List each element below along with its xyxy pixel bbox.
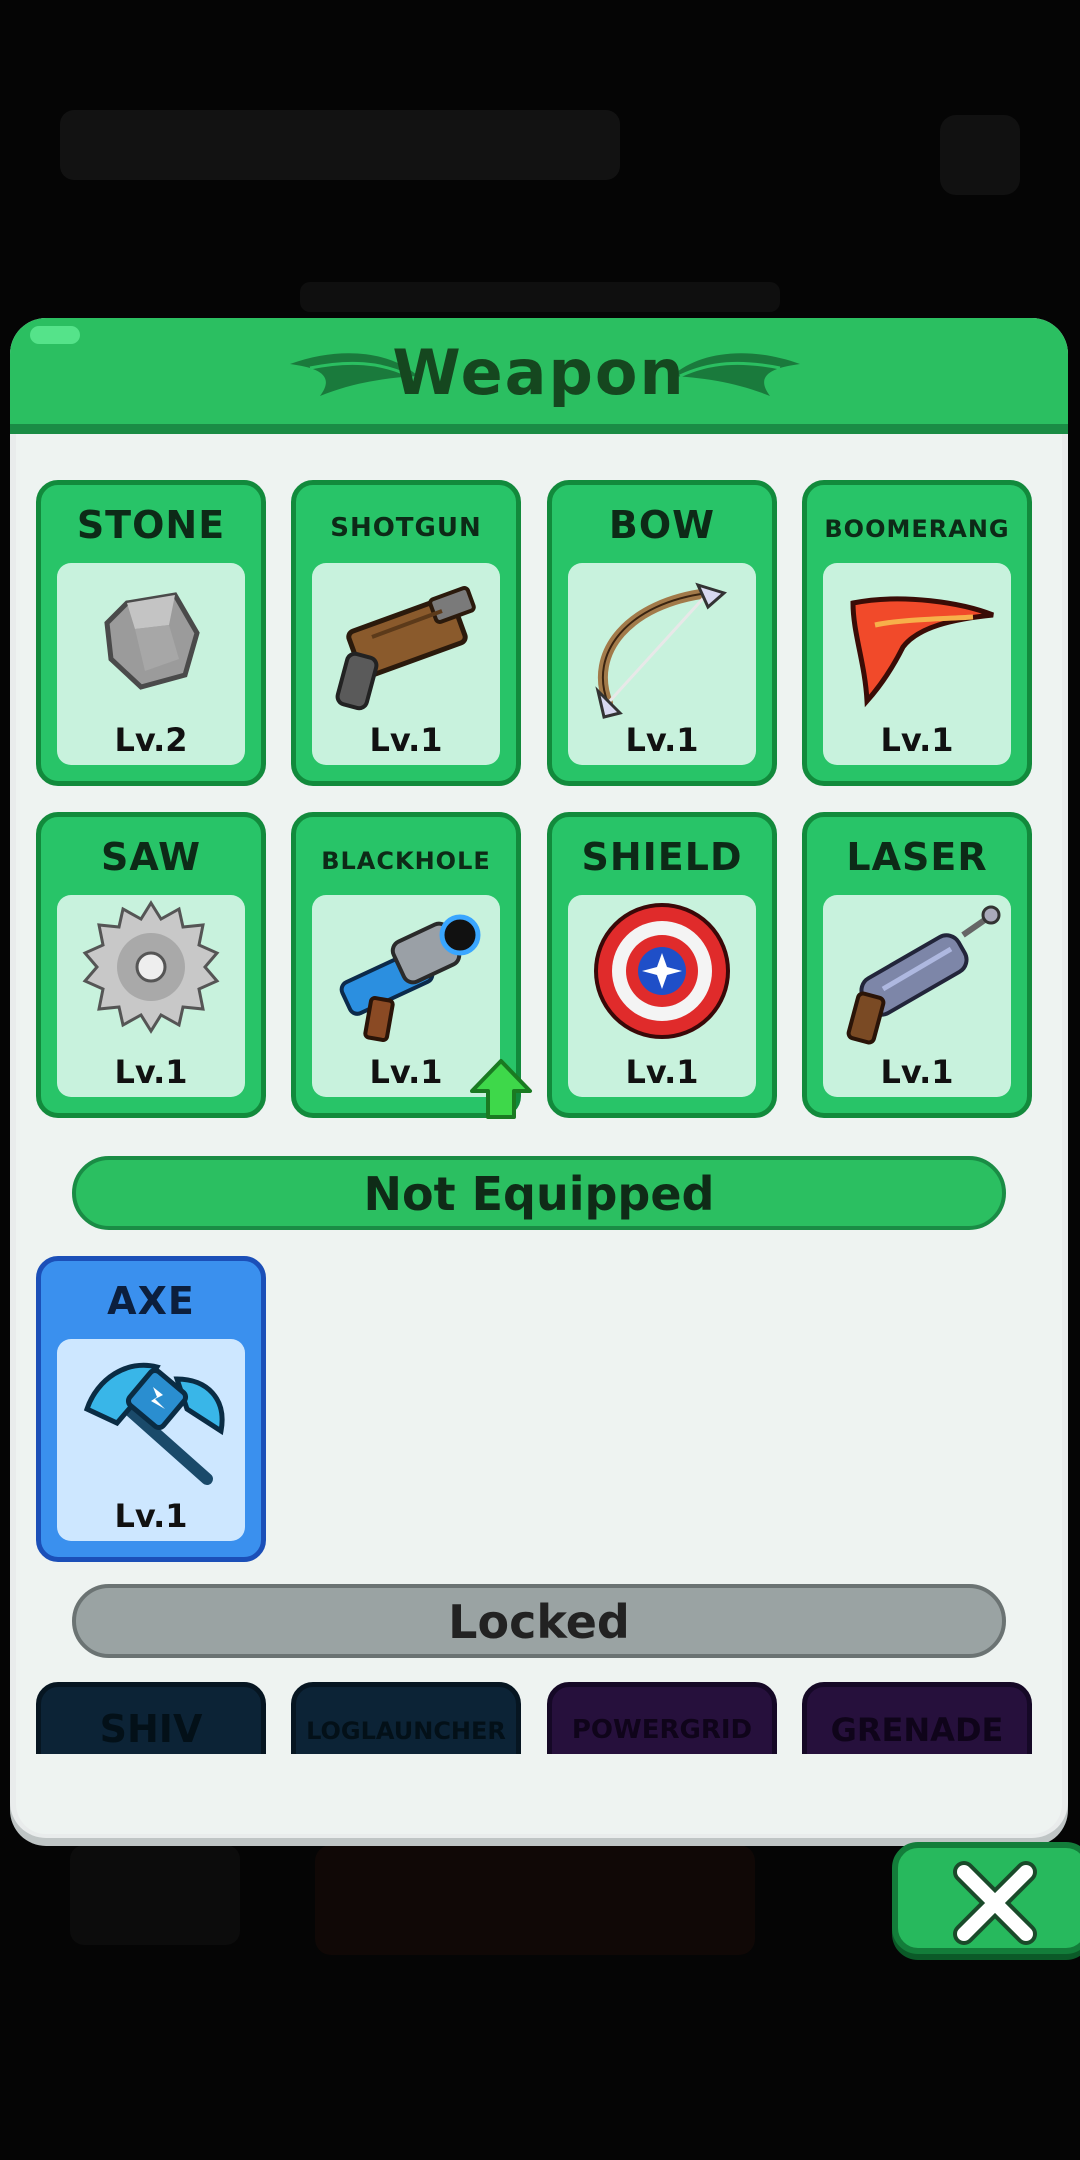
shotgun-icon	[335, 586, 476, 711]
weapon-level: Lv.1	[625, 721, 699, 759]
locked-card-powergrid[interactable]: POWERGRID	[547, 1682, 777, 1754]
weapon-name: SHIELD	[581, 835, 743, 879]
locked-card-grenade[interactable]: GRENADE	[802, 1682, 1032, 1754]
weapon-card-stone[interactable]: STONE Lv.2	[36, 480, 266, 786]
weapon-card-blackhole[interactable]: BLACKHOLE Lv.1	[291, 812, 532, 1119]
weapon-name: POWERGRID	[571, 1715, 753, 1745]
weapon-card-axe[interactable]: AXE Lv.1	[36, 1256, 266, 1562]
locked-card-shiv[interactable]: SHIV	[36, 1682, 266, 1754]
weapon-card-saw[interactable]: SAW Lv.1	[36, 812, 266, 1118]
weapon-level: Lv.1	[625, 1053, 699, 1091]
saw-blade-icon	[82, 900, 220, 1034]
locked-card-loglauncher[interactable]: LOGLAUNCHER	[291, 1682, 521, 1754]
weapon-card-shield[interactable]: SHIELD Lv.1	[547, 812, 777, 1118]
close-button[interactable]	[892, 1842, 1080, 1954]
weapon-name: BOW	[608, 503, 716, 547]
close-icon	[953, 1861, 1037, 1945]
background-title	[60, 110, 620, 180]
weapon-name: BLACKHOLE	[321, 847, 491, 875]
weapon-card-laser[interactable]: LASER Lv.1	[802, 812, 1032, 1118]
weapon-name: LASER	[846, 835, 988, 879]
shield-icon	[594, 903, 730, 1039]
boomerang-icon	[850, 596, 994, 708]
locked-weapons-row: SHIV LOGLAUNCHER POWERGRID GRENADE	[30, 1682, 1040, 1754]
weapon-level: Lv.1	[114, 1053, 188, 1091]
upgrade-arrow-icon	[470, 1059, 532, 1119]
weapon-level: Lv.1	[369, 721, 443, 759]
blackhole-gun-icon	[339, 914, 481, 1042]
background-settings-button	[940, 115, 1020, 195]
laser-gun-icon	[846, 905, 1001, 1045]
stone-icon	[104, 592, 200, 690]
weapon-name: SHIV	[99, 1707, 203, 1751]
locked-header: Locked	[72, 1584, 1006, 1658]
weapon-name: STONE	[76, 503, 226, 547]
weapon-name: BOOMERANG	[824, 515, 1010, 543]
background-subtitle	[300, 282, 780, 312]
weapon-card-bow[interactable]: BOW Lv.1	[547, 480, 777, 786]
background-play-button	[315, 1845, 755, 1955]
weapon-name: AXE	[107, 1279, 195, 1323]
weapon-card-shotgun[interactable]: SHOTGUN Lv.1	[291, 480, 521, 786]
weapon-card-boomerang[interactable]: BOOMERANG Lv.1	[802, 480, 1032, 786]
weapon-level: Lv.1	[880, 721, 954, 759]
panel-title: Weapon	[392, 336, 686, 409]
weapon-name: GRENADE	[830, 1711, 1004, 1749]
weapon-name: SAW	[101, 835, 201, 879]
weapon-level: Lv.1	[114, 1497, 188, 1535]
not-equipped-header: Not Equipped	[72, 1156, 1006, 1230]
weapon-name: SHOTGUN	[330, 513, 482, 543]
background-shop-button	[70, 1845, 240, 1945]
bow-icon	[595, 582, 728, 719]
axe-icon	[83, 1362, 225, 1485]
weapon-level: Lv.1	[880, 1053, 954, 1091]
panel-header: Weapon	[10, 318, 1068, 434]
weapon-name: LOGLAUNCHER	[306, 1717, 506, 1745]
weapon-level: Lv.2	[114, 721, 188, 759]
